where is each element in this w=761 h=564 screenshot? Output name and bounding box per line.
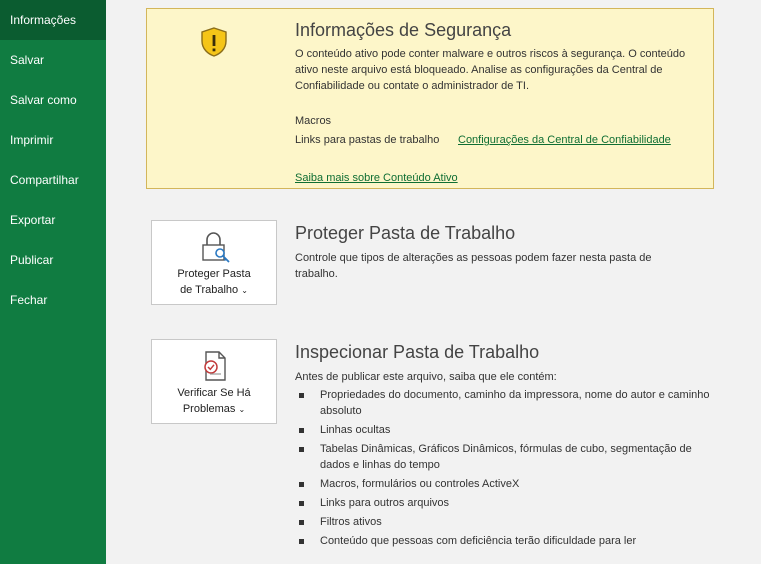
protect-workbook-description: Controle que tipos de alterações as pess… xyxy=(295,252,652,280)
backstage-sidebar: Informações Salvar Salvar como Imprimir … xyxy=(0,0,106,564)
inspect-workbook-intro: Antes de publicar este arquivo, saiba qu… xyxy=(295,371,557,383)
macros-label: Macros xyxy=(295,115,332,127)
bullet-icon xyxy=(299,520,304,525)
trust-center-settings-link[interactable]: Configurações da Central de Confiabilida… xyxy=(458,134,671,146)
bullet-icon xyxy=(299,501,304,506)
bullet-icon xyxy=(299,482,304,487)
list-item: Propriedades do documento, caminho da im… xyxy=(295,387,715,419)
sidebar-item-fechar[interactable]: Fechar xyxy=(0,280,106,320)
learn-more-active-content-link[interactable]: Saiba mais sobre Conteúdo Ativo xyxy=(295,172,458,184)
sidebar-item-salvar-como[interactable]: Salvar como xyxy=(0,80,106,120)
chevron-down-icon: ⌄ xyxy=(241,286,248,295)
list-item: Tabelas Dinâmicas, Gráficos Dinâmicos, f… xyxy=(295,441,715,473)
chevron-down-icon: ⌄ xyxy=(238,405,246,414)
list-item: Macros, formulários ou controles ActiveX xyxy=(295,476,715,492)
list-item: Linhas ocultas xyxy=(295,422,715,438)
protect-workbook-button[interactable]: Proteger Pasta de Trabalho ⌄ xyxy=(151,220,277,305)
inspect-items-list: Propriedades do documento, caminho da im… xyxy=(295,387,715,552)
list-item: Links para outros arquivos xyxy=(295,495,715,511)
sidebar-item-imprimir[interactable]: Imprimir xyxy=(0,120,106,160)
workbook-links-label: Links para pastas de trabalho xyxy=(295,134,440,146)
list-item: Conteúdo que pessoas com deficiência ter… xyxy=(295,533,715,549)
sidebar-item-informacoes[interactable]: Informações xyxy=(0,0,106,40)
security-text: O conteúdo ativo pode conter malware e o… xyxy=(295,48,686,92)
sidebar-item-publicar[interactable]: Publicar xyxy=(0,240,106,280)
check-for-issues-button[interactable]: Verificar Se Há Problemas ⌄ xyxy=(151,339,277,424)
bullet-icon xyxy=(299,393,304,398)
bullet-icon xyxy=(299,447,304,452)
check-document-icon xyxy=(204,351,226,381)
list-item: Filtros ativos xyxy=(295,514,715,530)
lock-key-icon xyxy=(202,232,230,263)
security-title: Informações de Segurança xyxy=(295,20,512,40)
bullet-icon xyxy=(299,539,304,544)
protect-workbook-title: Proteger Pasta de Trabalho xyxy=(295,223,516,243)
info-panel: Informações de Segurança O conteúdo ativ… xyxy=(106,0,761,564)
sidebar-item-exportar[interactable]: Exportar xyxy=(0,200,106,240)
sidebar-item-salvar[interactable]: Salvar xyxy=(0,40,106,80)
bullet-icon xyxy=(299,428,304,433)
security-warning-panel: Informações de Segurança O conteúdo ativ… xyxy=(146,8,714,189)
protect-workbook-label: Proteger Pasta de Trabalho ⌄ xyxy=(177,268,251,296)
sidebar-item-compartilhar[interactable]: Compartilhar xyxy=(0,160,106,200)
check-for-issues-label: Verificar Se Há Problemas ⌄ xyxy=(177,387,251,415)
shield-warning-icon xyxy=(201,27,227,57)
inspect-workbook-title: Inspecionar Pasta de Trabalho xyxy=(295,342,540,362)
